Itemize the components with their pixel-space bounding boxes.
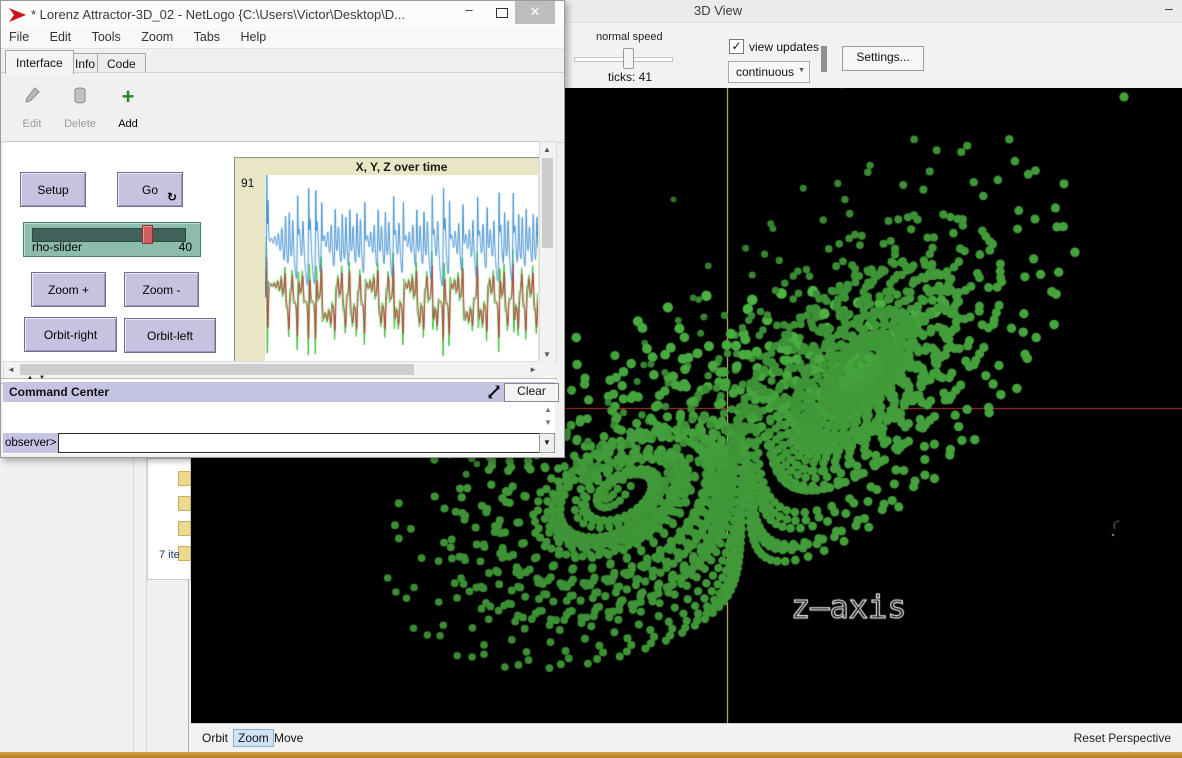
menu-help[interactable]: Help xyxy=(233,28,275,44)
setup-button[interactable]: Setup xyxy=(20,172,86,207)
tool-orbit[interactable]: Orbit xyxy=(197,729,233,747)
command-center-title: Command Center xyxy=(9,385,109,399)
zoom-in-button[interactable]: Zoom + xyxy=(31,272,106,307)
agent-type-dropdown[interactable]: ▼ xyxy=(539,433,555,453)
add-button[interactable]: + Add xyxy=(105,84,151,132)
splitter-down-icon[interactable]: ▼ xyxy=(39,375,45,381)
menu-edit[interactable]: Edit xyxy=(42,28,80,44)
command-input[interactable] xyxy=(58,433,540,453)
menu-tabs[interactable]: Tabs xyxy=(186,28,228,44)
folder-icon xyxy=(178,496,191,511)
plot-ymax-label: 91 xyxy=(241,176,254,190)
scroll-down-icon[interactable]: ▼ xyxy=(543,350,551,359)
tool-zoom[interactable]: Zoom xyxy=(233,729,274,747)
command-center-output[interactable]: ▲ ▼ xyxy=(3,402,555,434)
3d-bottom-toolbar: Orbit Zoom Move Reset Perspective xyxy=(191,723,1182,753)
observer-prompt: observer> xyxy=(3,433,58,453)
netlogo-logo-icon xyxy=(8,7,27,23)
taskbar-strip xyxy=(0,752,1182,758)
forever-icon: ↻ xyxy=(167,190,177,204)
horizontal-scrollbar[interactable]: ◄ ► xyxy=(3,361,541,379)
delete-button[interactable]: Delete xyxy=(57,84,103,132)
scrollbar-thumb[interactable] xyxy=(542,158,553,248)
view-updates-checkbox[interactable]: ✓ xyxy=(729,39,744,54)
folder-icon xyxy=(178,546,191,561)
plot-widget: X, Y, Z over time 91 xyxy=(234,157,541,364)
orbit-left-button[interactable]: Orbit-left xyxy=(124,318,216,353)
chevron-down-icon: ▼ xyxy=(798,67,805,74)
tool-move[interactable]: Move xyxy=(269,729,308,747)
scroll-left-icon[interactable]: ◄ xyxy=(7,365,15,374)
orbit-right-button[interactable]: Orbit-right xyxy=(24,317,117,352)
background-divider xyxy=(133,458,134,752)
updates-mode-value: continuous xyxy=(736,65,794,79)
menu-file[interactable]: File xyxy=(1,28,37,44)
folder-icon xyxy=(178,521,191,536)
edit-button[interactable]: Edit xyxy=(9,84,55,132)
plot-title: X, Y, Z over time xyxy=(265,160,538,174)
rho-slider-handle[interactable] xyxy=(142,225,153,244)
scrollbar-corner xyxy=(539,361,555,377)
close-button[interactable]: ✕ xyxy=(515,1,555,24)
scroll-right-icon[interactable]: ► xyxy=(529,365,537,374)
folder-icon xyxy=(178,471,191,486)
chevron-down-icon: ▼ xyxy=(543,438,551,447)
vertical-scrollbar[interactable]: ▲ ▼ xyxy=(539,141,557,363)
detach-icon[interactable] xyxy=(487,385,501,399)
interface-toolbar: Edit Delete + Add abc Button ▼ xyxy=(1,72,564,143)
scroll-up-icon[interactable]: ▲ xyxy=(544,405,552,414)
3d-view-title: 3D View xyxy=(694,3,742,18)
menu-bar: File Edit Tools Zoom Tabs Help xyxy=(1,28,564,49)
updates-mode-dropdown[interactable]: continuous ▼ xyxy=(728,61,810,83)
rho-slider-value: 40 xyxy=(179,240,192,254)
splitter-up-icon[interactable]: ▲ xyxy=(27,375,33,381)
command-center-header: Command Center Clear xyxy=(3,382,555,403)
scrollbar-thumb[interactable] xyxy=(20,364,414,375)
minimize-button[interactable]: – xyxy=(453,1,485,24)
pencil-icon xyxy=(23,86,41,106)
trash-icon xyxy=(72,86,88,106)
reset-perspective-button[interactable]: Reset Perspective xyxy=(1074,731,1171,745)
settings-button[interactable]: Settings... xyxy=(842,46,924,71)
scroll-up-icon[interactable]: ▲ xyxy=(543,145,551,154)
tab-bar: Interface Info Code xyxy=(1,48,564,72)
plus-icon: + xyxy=(105,86,151,108)
toolbar-separator xyxy=(821,46,827,72)
explorer-window-fragment: 7 ite xyxy=(147,458,191,580)
items-count-label: 7 ite xyxy=(159,549,180,561)
maximize-icon xyxy=(496,8,508,18)
maximize-button[interactable] xyxy=(487,1,517,24)
window-title: * Lorenz Attractor-3D_02 - NetLogo {C:\U… xyxy=(31,7,405,22)
scroll-down-icon[interactable]: ▼ xyxy=(544,418,552,427)
ticks-counter: ticks: 41 xyxy=(608,70,652,84)
zoom-out-button[interactable]: Zoom - xyxy=(124,272,199,307)
tab-interface[interactable]: Interface xyxy=(5,50,74,74)
netlogo-window: * Lorenz Attractor-3D_02 - NetLogo {C:\U… xyxy=(0,0,565,458)
menu-zoom[interactable]: Zoom xyxy=(133,28,181,44)
rho-slider-label: rho-slider xyxy=(32,240,82,254)
clear-button[interactable]: Clear xyxy=(504,383,559,402)
view-updates-label: view updates xyxy=(749,40,819,54)
go-button[interactable]: Go ↻ xyxy=(117,172,183,207)
speed-slider-label: normal speed xyxy=(596,31,663,43)
rho-slider[interactable]: rho-slider 40 xyxy=(23,222,201,257)
speed-slider-handle[interactable] xyxy=(623,48,634,69)
3d-minimize-icon[interactable]: – xyxy=(1165,0,1173,16)
plot-canvas xyxy=(265,175,538,361)
menu-tools[interactable]: Tools xyxy=(84,28,129,44)
